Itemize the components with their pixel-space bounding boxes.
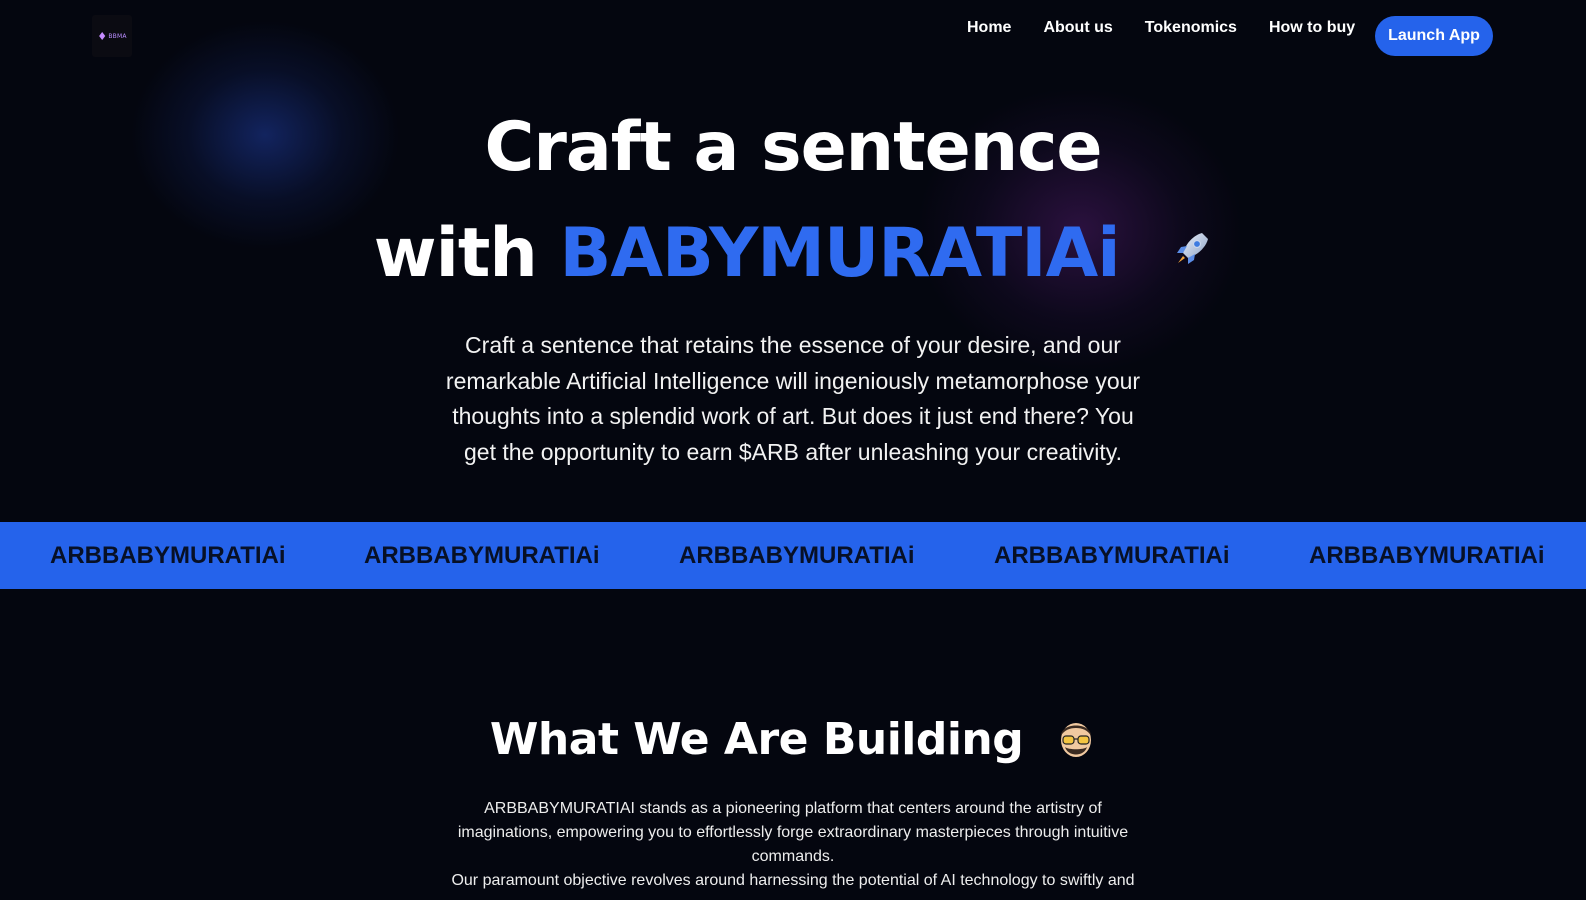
- hero-title-line1: Craft a sentence: [484, 108, 1102, 187]
- ticker-banner: ARBBABYMURATIAi ARBBABYMURATIAi ARBBABYM…: [0, 522, 1586, 589]
- ticker-item: ARBBABYMURATIAi: [1309, 542, 1545, 569]
- ticker-item: ARBBABYMURATIAi: [364, 542, 600, 569]
- hero-title-prefix: with: [373, 214, 538, 293]
- launch-app-button[interactable]: Launch App: [1375, 16, 1493, 56]
- nerd-face-icon: [1061, 723, 1092, 757]
- hero-title-accent: BABYMURATIAi: [559, 214, 1121, 293]
- nav-tokenomics[interactable]: Tokenomics: [1145, 18, 1237, 38]
- hero-title-line2: with BABYMURATIAi: [0, 214, 1586, 294]
- building-paragraph-1: ARBBABYMURATIAI stands as a pioneering p…: [457, 800, 1129, 865]
- building-paragraph-2: Our paramount objective revolves around …: [451, 872, 1135, 889]
- logo-text: BBMA: [108, 32, 127, 40]
- nav-about-us[interactable]: About us: [1043, 18, 1112, 38]
- building-title-text: What We Are Building: [489, 714, 1024, 765]
- building-section-body: ARBBABYMURATIAI stands as a pioneering p…: [440, 797, 1146, 893]
- rocket-icon: [1177, 233, 1209, 265]
- main-nav: Home About us Tokenomics How to buy: [967, 18, 1355, 38]
- ticker-item: ARBBABYMURATIAi: [50, 542, 286, 569]
- ticker-item: ARBBABYMURATIAi: [679, 542, 915, 569]
- building-section-title: What We Are Building: [0, 712, 1586, 768]
- hero-description: Craft a sentence that retains the essenc…: [445, 332, 1141, 465]
- nav-home[interactable]: Home: [967, 18, 1011, 38]
- logo-mark-icon: ♦: [97, 29, 108, 43]
- site-header: ♦ BBMA Home About us Tokenomics How to b…: [0, 0, 1586, 72]
- site-logo[interactable]: ♦ BBMA: [92, 15, 132, 57]
- nav-how-to-buy[interactable]: How to buy: [1269, 18, 1355, 38]
- ticker-item: ARBBABYMURATIAi: [994, 542, 1230, 569]
